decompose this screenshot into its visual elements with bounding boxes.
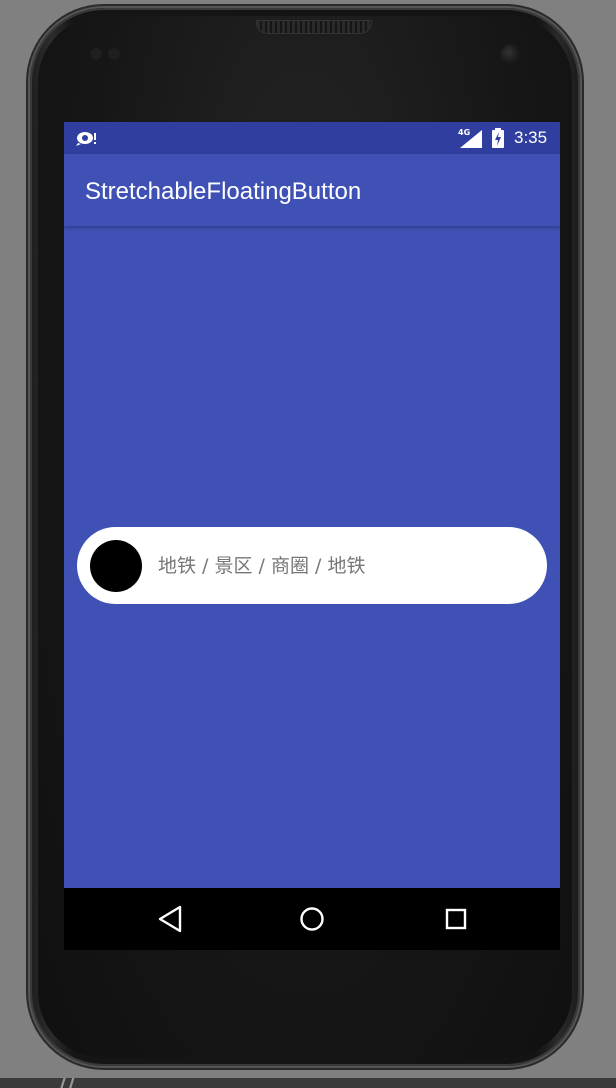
home-icon [300,907,324,931]
floating-button-knob[interactable] [90,540,142,592]
back-button[interactable] [152,900,192,938]
phone-frame: 4G 3:35 StretchableFloatingButton 地铁 / 景… [30,8,580,1066]
status-bar: 4G 3:35 [64,122,560,154]
phone-bezel: 4G 3:35 StretchableFloatingButton 地铁 / 景… [38,16,572,1058]
app-title: StretchableFloatingButton [85,178,362,205]
front-camera [500,44,522,66]
notification-icon [76,132,96,146]
partial-background-text: // [60,1078,78,1088]
home-button[interactable] [292,900,332,938]
device-screen: 4G 3:35 StretchableFloatingButton 地铁 / 景… [64,122,560,888]
background-strip: // [0,1078,616,1088]
floating-button-label: 地铁 / 景区 / 商圈 / 地铁 [158,555,366,577]
status-clock: 3:35 [514,128,548,147]
battery-charging-icon [492,128,504,148]
recents-button[interactable] [436,900,476,938]
sensor-dots [90,48,130,62]
stretchable-floating-button[interactable]: 地铁 / 景区 / 商圈 / 地铁 [77,527,547,604]
signal-icon [460,130,482,148]
navigation-bar [64,888,560,950]
recents-icon [445,908,467,930]
emulator-window: 4G 3:35 StretchableFloatingButton 地铁 / 景… [0,0,616,1088]
back-icon [158,905,182,933]
speaker-grill [256,20,372,34]
app-bar: StretchableFloatingButton [64,154,560,226]
